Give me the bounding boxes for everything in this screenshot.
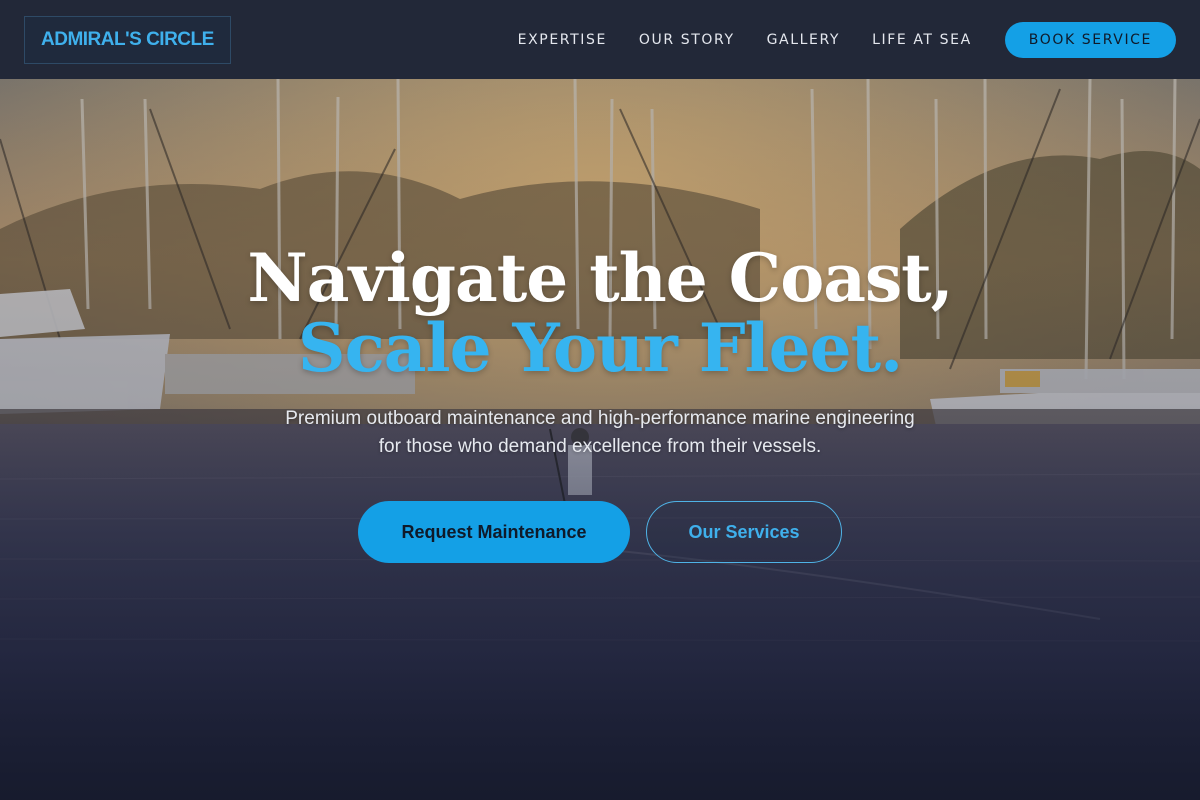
nav-links: EXPERTISE OUR STORY GALLERY LIFE AT SEA … bbox=[486, 21, 1176, 58]
book-service-button[interactable]: BOOK SERVICE bbox=[1004, 21, 1176, 58]
nav-item-expertise[interactable]: EXPERTISE bbox=[518, 32, 607, 48]
nav-item-life-at-sea[interactable]: LIFE AT SEA bbox=[872, 32, 972, 48]
top-navbar: ADMIRAL'S CIRCLE EXPERTISE OUR STORY GAL… bbox=[0, 0, 1200, 79]
hero-section: Navigate the Coast, Scale Your Fleet. Pr… bbox=[0, 79, 1200, 800]
brand-logo[interactable]: ADMIRAL'S CIRCLE bbox=[24, 15, 231, 64]
nav-item-gallery[interactable]: GALLERY bbox=[767, 32, 840, 48]
our-services-button[interactable]: Our Services bbox=[646, 501, 842, 563]
request-maintenance-button[interactable]: Request Maintenance bbox=[358, 501, 630, 563]
hero-headline-line1: Navigate the Coast, bbox=[247, 239, 953, 317]
hero-subtitle: Premium outboard maintenance and high-pe… bbox=[285, 408, 915, 457]
nav-item-our-story[interactable]: OUR STORY bbox=[639, 32, 735, 48]
hero-headline-line2: Scale Your Fleet. bbox=[297, 309, 903, 387]
